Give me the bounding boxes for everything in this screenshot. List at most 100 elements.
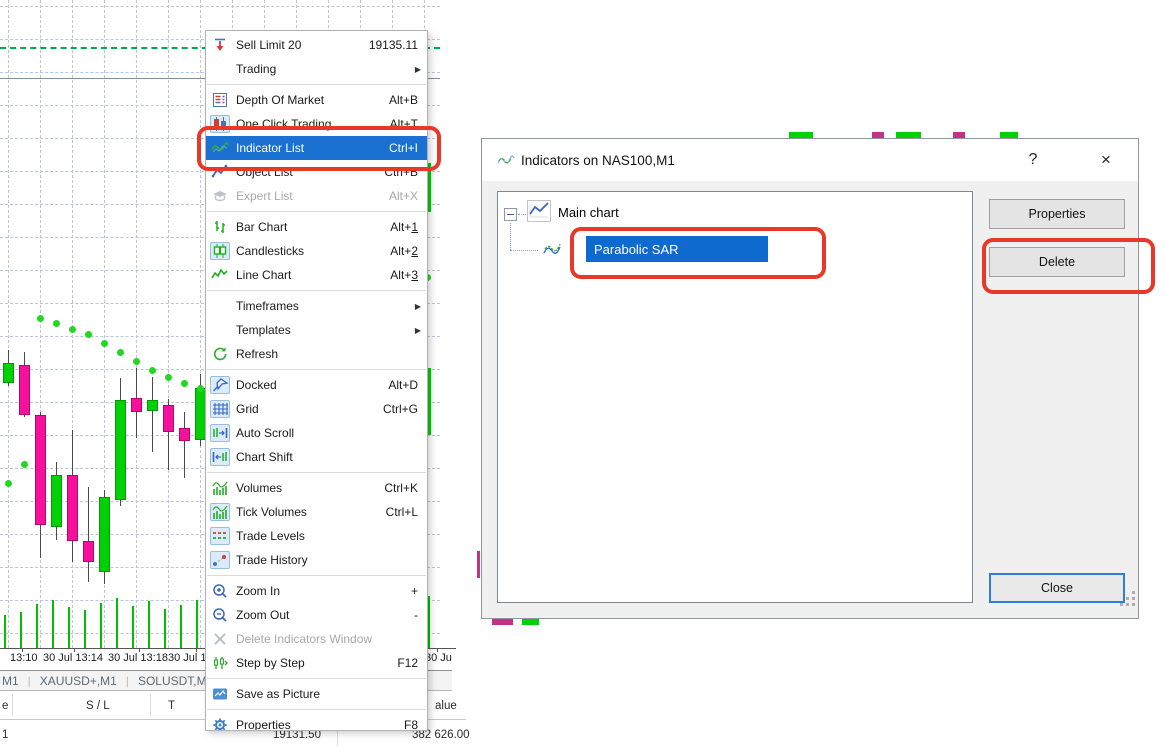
tab-separator: | [28, 674, 31, 688]
grid-line [168, 0, 169, 648]
properties-button[interactable]: Properties [989, 199, 1125, 229]
menu-item-label: Chart Shift [236, 450, 427, 464]
menu-item-docked[interactable]: DockedAlt+D [206, 373, 427, 397]
column-divider [12, 694, 13, 716]
candle-wick [184, 412, 185, 478]
volume-bar [116, 598, 118, 648]
menu-item-grid[interactable]: GridCtrl+G [206, 397, 427, 421]
dialog-titlebar[interactable]: Indicators on NAS100,M1 ? × [482, 139, 1138, 181]
menu-item-label: Tick Volumes [236, 505, 386, 519]
candle [115, 400, 126, 500]
menu-item-line-chart[interactable]: Line ChartAlt+3 [206, 263, 427, 287]
menu-item-label: Expert List [236, 189, 389, 203]
sar-dot [101, 340, 108, 347]
resize-grip[interactable] [1120, 591, 1136, 607]
volume-bar [180, 605, 182, 648]
candle [163, 405, 174, 432]
tick-volumes-icon [210, 503, 230, 521]
symbol-tab[interactable]: M1 [2, 674, 19, 688]
menu-item-delete-indicators-window[interactable]: Delete Indicators Window [206, 627, 427, 651]
candle [19, 365, 30, 415]
volume-bar [84, 610, 86, 648]
volume-bar [52, 600, 54, 648]
menu-item-refresh[interactable]: Refresh [206, 342, 427, 366]
menu-item-shortcut: Alt+1 [390, 220, 418, 234]
close-button[interactable]: Close [989, 573, 1125, 603]
menu-item-shortcut: Alt+X [389, 189, 418, 203]
menu-item-zoom-out[interactable]: Zoom Out- [206, 603, 427, 627]
menu-item-candlesticks[interactable]: CandlesticksAlt+2 [206, 239, 427, 263]
candlesticks-icon [210, 242, 230, 260]
menu-item-label: Delete Indicators Window [236, 632, 427, 646]
menu-item-step-by-step[interactable]: Step by StepF12 [206, 651, 427, 675]
blank-icon [210, 321, 230, 339]
menu-item-expert-list[interactable]: Expert ListAlt+X [206, 184, 427, 208]
tree-connector [518, 214, 526, 215]
menu-item-zoom-in[interactable]: Zoom In+ [206, 579, 427, 603]
menu-item-label: Trading [236, 62, 415, 76]
menu-item-trade-history[interactable]: Trade History [206, 548, 427, 572]
submenu-arrow-icon: ▶ [415, 65, 421, 74]
tree-collapse-toggle[interactable] [504, 208, 517, 221]
menu-item-trade-levels[interactable]: Trade Levels [206, 524, 427, 548]
parabolic-sar-icon [542, 240, 562, 258]
menu-item-tick-volumes[interactable]: Tick VolumesCtrl+L [206, 500, 427, 524]
zoom-out-icon [210, 606, 230, 624]
sar-dot [133, 358, 140, 365]
candle [67, 475, 78, 541]
step-by-step-icon [210, 654, 230, 672]
menu-item-sell-limit[interactable]: Sell Limit 2019135.11 [206, 33, 427, 57]
candle [99, 497, 110, 572]
menu-item-bar-chart[interactable]: Bar ChartAlt+1 [206, 215, 427, 239]
save-as-picture-icon [210, 685, 230, 703]
grid-line [0, 6, 440, 7]
menu-item-label: Zoom In [236, 584, 411, 598]
menu-separator [207, 290, 426, 291]
candle [3, 363, 14, 383]
menu-item-save-as-picture[interactable]: Save as Picture [206, 682, 427, 706]
candle-wick [152, 377, 153, 452]
time-label: 30 Jul 13:18 [108, 652, 168, 664]
menu-item-trading[interactable]: Trading▶ [206, 57, 427, 81]
menu-item-label: Timeframes [236, 299, 415, 313]
depth-of-market-icon [210, 91, 230, 109]
menu-item-label: Sell Limit 20 [236, 38, 369, 52]
chart-fragment [522, 619, 539, 625]
menu-item-chart-shift[interactable]: Chart Shift [206, 445, 427, 469]
menu-item-shortcut: F12 [397, 656, 418, 670]
volume-bar [132, 606, 134, 648]
grid-line [200, 0, 201, 648]
volume-bar [20, 612, 22, 648]
tree-connector [510, 223, 511, 250]
menu-item-label: Bar Chart [236, 220, 390, 234]
sar-dot [53, 320, 60, 327]
auto-scroll-icon [210, 424, 230, 442]
sar-dot [117, 349, 124, 356]
menu-item-depth-of-market[interactable]: Depth Of MarketAlt+B [206, 88, 427, 112]
menu-item-templates[interactable]: Templates▶ [206, 318, 427, 342]
menu-item-label: Docked [236, 378, 388, 392]
help-button[interactable]: ? [1018, 139, 1048, 181]
bar-chart-icon [210, 218, 230, 236]
zoom-in-icon [210, 582, 230, 600]
menu-item-volumes[interactable]: VolumesCtrl+K [206, 476, 427, 500]
dialog-title: Indicators on NAS100,M1 [521, 153, 675, 168]
column-divider [150, 694, 151, 716]
symbol-tab[interactable]: SOLUSDT,M1 [138, 674, 213, 688]
tree-item-main-chart[interactable]: Main chart [558, 205, 619, 220]
symbol-tab[interactable]: XAUUSD+,M1 [40, 674, 117, 688]
menu-separator [207, 678, 426, 679]
candle [131, 398, 142, 412]
menu-item-shortcut: Alt+D [388, 378, 418, 392]
expert-list-icon [210, 187, 230, 205]
menu-item-label: Trade History [236, 553, 427, 567]
volume-bar [36, 604, 38, 648]
menu-item-properties[interactable]: PropertiesF8 [206, 713, 427, 731]
table-header-fragment: e [2, 700, 8, 712]
annotation-indicator-list [197, 126, 441, 171]
close-icon[interactable]: × [1088, 139, 1124, 181]
menu-item-timeframes[interactable]: Timeframes▶ [206, 294, 427, 318]
menu-item-auto-scroll[interactable]: Auto Scroll [206, 421, 427, 445]
menu-item-label: Grid [236, 402, 383, 416]
menu-separator [207, 211, 426, 212]
